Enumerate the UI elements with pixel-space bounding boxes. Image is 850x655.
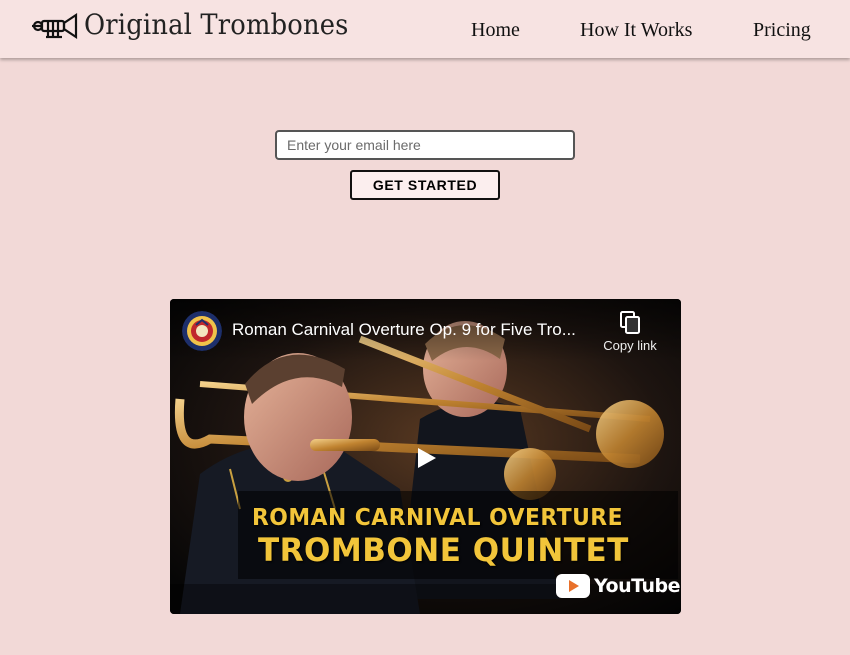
youtube-video-embed[interactable]: Roman Carnival Overture Op. 9 for Five T… [170,299,681,614]
video-overlay-title: ROMAN CARNIVAL OVERTURE [252,505,624,531]
video-title[interactable]: Roman Carnival Overture Op. 9 for Five T… [232,320,592,340]
copy-link-label: Copy link [603,338,657,353]
nav-home[interactable]: Home [471,19,520,42]
youtube-icon [556,574,590,598]
nav-how-it-works[interactable]: How It Works [580,19,692,42]
copy-link-button[interactable]: Copy link [598,311,662,353]
email-input[interactable] [275,130,575,160]
play-icon[interactable] [408,443,444,473]
trumpet-logo-icon [32,12,78,40]
nav-pricing[interactable]: Pricing [753,19,811,42]
channel-avatar[interactable] [182,311,222,351]
brand-logo[interactable]: Original Trombones [30,8,372,48]
youtube-wordmark: YouTube [594,575,680,597]
video-overlay-subtitle: TROMBONE QUINTET [258,531,629,569]
brand-name: Original Trombones [84,7,349,41]
site-header: Original Trombones Home How It Works Pri… [0,0,850,58]
get-started-button[interactable]: GET STARTED [350,170,500,200]
copy-icon [620,311,640,334]
youtube-logo[interactable]: YouTube [556,573,680,599]
